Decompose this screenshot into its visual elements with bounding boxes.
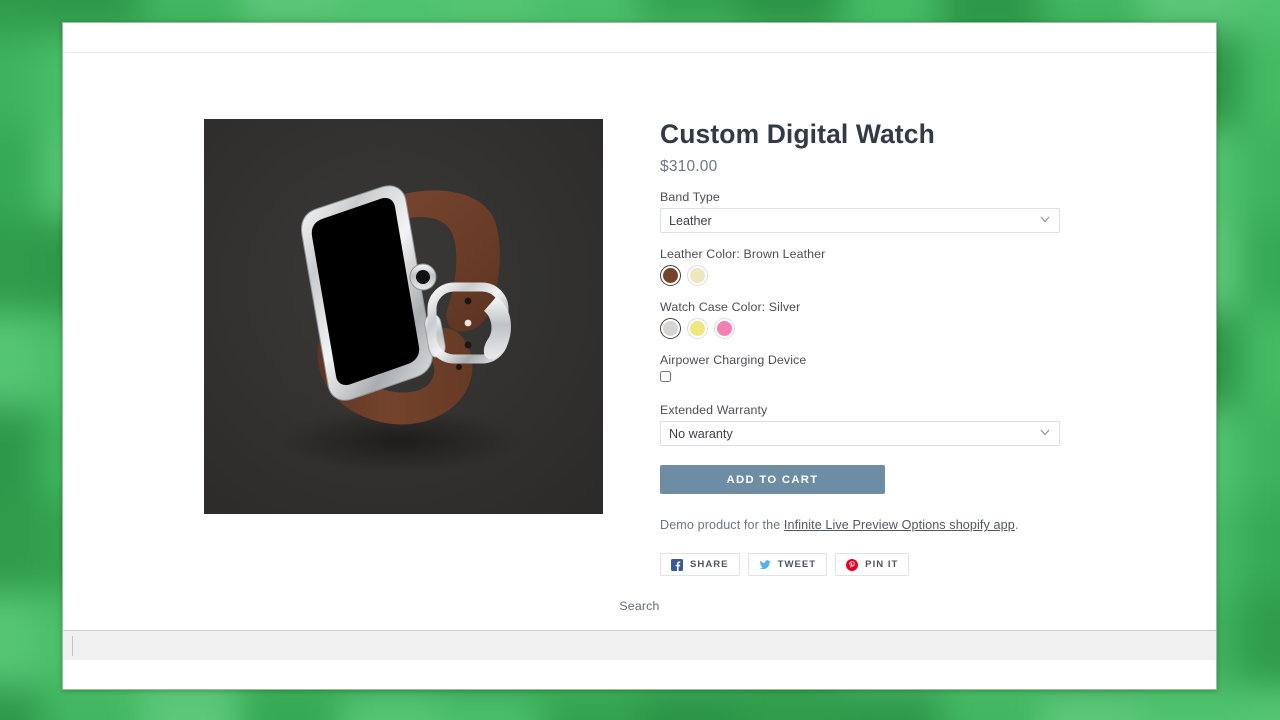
twitter-icon [759, 560, 771, 570]
leather-color-swatches [660, 265, 1144, 287]
swatch-gold-fill [690, 321, 705, 337]
case-color-swatches [660, 318, 1144, 340]
share-buttons: SHARE TWEET PIN IT [660, 553, 1144, 577]
product-section: Custom Digital Watch $310.00 Band Type L… [204, 119, 1144, 577]
swatch-gold[interactable] [687, 318, 708, 340]
option-band-type: Band Type Leather [660, 190, 1144, 234]
airpower-checkbox[interactable] [660, 371, 671, 383]
product-image[interactable] [204, 119, 603, 514]
swatch-cream-leather-fill [690, 268, 705, 284]
swatch-silver-fill [663, 321, 678, 337]
share-twitter-label: TWEET [777, 559, 817, 571]
product-title: Custom Digital Watch [660, 119, 935, 149]
share-facebook-label: SHARE [690, 559, 729, 571]
pinterest-icon [846, 558, 859, 571]
option-label-band-type: Band Type [660, 190, 720, 205]
swatch-cream-leather[interactable] [687, 265, 708, 287]
swatch-brown-leather[interactable] [660, 265, 681, 287]
option-case-color: Watch Case Color: Silver [660, 300, 1144, 340]
share-pinterest-button[interactable]: PIN IT [835, 553, 910, 577]
share-pinterest-label: PIN IT [865, 559, 899, 571]
option-label-warranty: Extended Warranty [660, 403, 768, 418]
bottom-status-bar [63, 630, 1216, 660]
product-details: Custom Digital Watch $310.00 Band Type L… [603, 119, 1144, 577]
demo-note-prefix: Demo product for the [660, 518, 784, 533]
option-label-leather-color: Leather Color: Brown Leather [660, 247, 826, 262]
add-to-cart-button[interactable]: ADD TO CART [660, 465, 885, 495]
share-facebook-button[interactable]: SHARE [660, 553, 740, 577]
option-label-case-color: Watch Case Color: Silver [660, 300, 801, 315]
band-type-select[interactable]: Leather [660, 208, 1060, 234]
footer-navigation: Search [63, 597, 1216, 615]
facebook-icon [671, 558, 683, 571]
page-content: Custom Digital Watch $310.00 Band Type L… [63, 53, 1216, 660]
status-bar-divider [72, 636, 73, 656]
warranty-select[interactable]: No waranty [660, 421, 1060, 447]
demo-note-link[interactable]: Infinite Live Preview Options shopify ap… [784, 518, 1015, 532]
site-header [63, 23, 1216, 53]
swatch-brown-leather-fill [663, 268, 678, 284]
demo-note-suffix: . [1014, 518, 1019, 533]
browser-window: Custom Digital Watch $310.00 Band Type L… [62, 22, 1217, 690]
option-airpower: Airpower Charging Device [660, 353, 1144, 389]
swatch-silver[interactable] [660, 318, 681, 340]
demo-note: Demo product for the Infinite Live Previ… [660, 518, 1144, 532]
share-twitter-button[interactable]: TWEET [747, 553, 828, 577]
watch-illustration [204, 119, 603, 514]
option-leather-color: Leather Color: Brown Leather [660, 247, 1144, 287]
swatch-rose[interactable] [714, 318, 735, 340]
option-label-airpower: Airpower Charging Device [660, 353, 807, 368]
option-warranty: Extended Warranty No waranty [660, 403, 1144, 447]
swatch-rose-fill [717, 321, 732, 337]
product-price: $310.00 [660, 158, 718, 176]
footer-link-search[interactable]: Search [619, 599, 659, 613]
